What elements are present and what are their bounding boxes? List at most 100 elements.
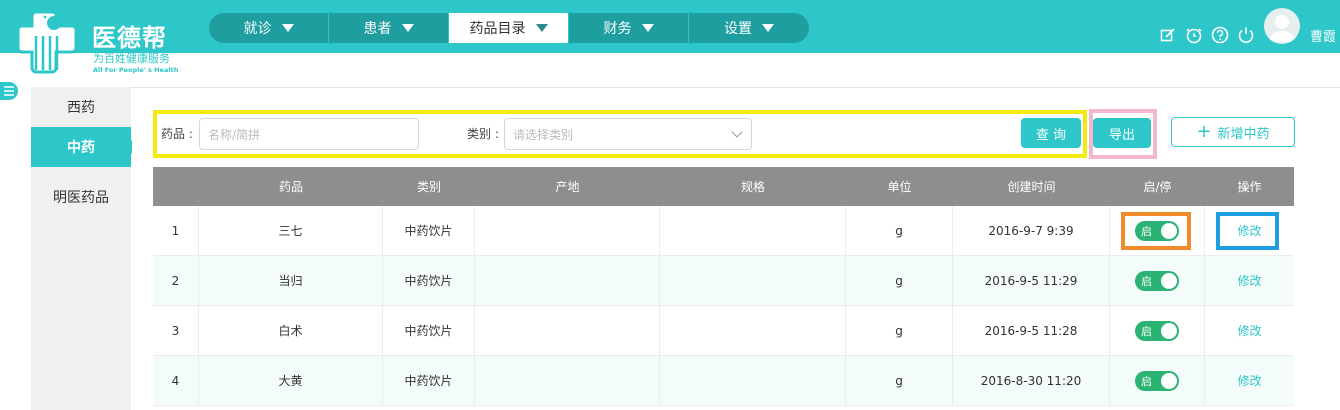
- query-button[interactable]: 查 询: [1021, 118, 1081, 148]
- status-toggle[interactable]: 启: [1135, 320, 1179, 341]
- help-icon[interactable]: [1210, 25, 1229, 44]
- row-index: 1: [153, 206, 199, 255]
- sidebar-item-label: 明医药品: [53, 190, 109, 206]
- edit-link[interactable]: 修改: [1237, 272, 1261, 289]
- drug-name: 大黄: [199, 356, 383, 405]
- toggle-label: 启: [1141, 324, 1152, 338]
- status-cell: 启: [1110, 356, 1205, 405]
- sidebar-item-chinese[interactable]: 中药: [31, 127, 131, 167]
- drug-category: 中药饮片: [383, 306, 475, 355]
- logo[interactable]: 医德帮 为百姓健康服务 All For People' s Health: [0, 0, 200, 78]
- main-nav: 就诊 患者 药品目录 财务 设置: [209, 13, 809, 43]
- toggle-knob: [1161, 322, 1177, 339]
- col-drug: 药品: [278, 180, 303, 194]
- power-icon[interactable]: [1236, 25, 1255, 44]
- logo-cross-icon: [16, 10, 78, 74]
- status-toggle[interactable]: 启: [1135, 270, 1179, 291]
- drug-name: 当归: [199, 256, 383, 305]
- drug-search-input[interactable]: 名称/简拼: [199, 118, 419, 150]
- category-select[interactable]: 请选择类别: [504, 118, 752, 150]
- drug-origin: [475, 206, 660, 255]
- add-button-label: 新增中药: [1217, 126, 1270, 142]
- nav-drug-catalog[interactable]: 药品目录: [449, 13, 569, 43]
- drug-category: 中药饮片: [383, 356, 475, 405]
- brand-subtitle: 为百姓健康服务: [93, 52, 170, 65]
- drug-origin: [475, 306, 660, 355]
- status-cell: 启: [1110, 256, 1205, 305]
- avatar[interactable]: [1264, 8, 1300, 44]
- drug-spec: [660, 306, 846, 355]
- drug-category: 中药饮片: [383, 206, 475, 255]
- toggle-label: 启: [1141, 374, 1152, 388]
- drug-created: 2016-9-5 11:28: [953, 306, 1110, 355]
- col-index: [153, 167, 199, 206]
- export-button[interactable]: 导出: [1093, 118, 1151, 148]
- edit-icon[interactable]: [1158, 25, 1177, 44]
- drug-category: 中药饮片: [383, 256, 475, 305]
- caret-down-icon: [281, 24, 294, 32]
- drug-created: 2016-8-30 11:20: [953, 356, 1110, 405]
- toggle-knob: [1161, 372, 1177, 389]
- drug-name: 白术: [199, 306, 383, 355]
- nav-settings[interactable]: 设置: [689, 13, 809, 43]
- caret-down-icon: [401, 24, 414, 32]
- drug-unit: g: [846, 306, 953, 355]
- status-toggle[interactable]: 启: [1135, 370, 1179, 391]
- sidebar-item-mingyi[interactable]: 明医药品: [31, 177, 131, 217]
- edit-link[interactable]: 修改: [1237, 372, 1261, 389]
- menu-icon: [4, 86, 14, 96]
- drug-spec: [660, 206, 846, 255]
- plus-icon: +: [1196, 121, 1212, 142]
- user-name[interactable]: 曹霞: [1310, 26, 1336, 45]
- header-icons: [1158, 25, 1255, 44]
- nav-label: 财务: [603, 21, 632, 37]
- row-index: 2: [153, 256, 199, 305]
- nav-label: 设置: [724, 21, 752, 37]
- caret-down-icon: [762, 24, 774, 32]
- active-pointer-icon: [124, 140, 132, 154]
- bell-icon[interactable]: [1184, 25, 1203, 44]
- add-chinese-drug-button[interactable]: + 新增中药: [1171, 117, 1295, 147]
- drug-created: 2016-9-5 11:29: [953, 256, 1110, 305]
- table-header: 药品 类别 产地 规格 单位 创建时间 启/停 操作: [153, 167, 1294, 206]
- nav-visit[interactable]: 就诊: [209, 13, 329, 43]
- action-cell: 修改: [1205, 306, 1294, 355]
- action-cell: 修改: [1205, 256, 1294, 305]
- category-placeholder: 请选择类别: [513, 127, 574, 142]
- col-spec: 规格: [740, 180, 765, 194]
- drug-spec: [660, 356, 846, 405]
- category-sidebar: 西药 中药 明医药品: [31, 87, 131, 410]
- drug-created: 2016-9-7 9:39: [953, 206, 1110, 255]
- action-cell: 修改: [1205, 356, 1294, 405]
- col-created: 创建时间: [1007, 180, 1056, 194]
- brand-english: All For People' s Health: [93, 66, 179, 74]
- col-origin: 产地: [555, 180, 580, 194]
- sidebar-item-western[interactable]: 西药: [31, 87, 131, 127]
- drug-origin: [475, 256, 660, 305]
- col-action: 操作: [1237, 180, 1262, 194]
- nav-finance[interactable]: 财务: [569, 13, 689, 43]
- table-row: 2 当归 中药饮片 g 2016-9-5 11:29 启 修改: [153, 256, 1294, 306]
- nav-patients[interactable]: 患者: [329, 13, 449, 43]
- menu-toggle[interactable]: [0, 82, 18, 100]
- drug-unit: g: [846, 206, 953, 255]
- toggle-knob: [1161, 272, 1177, 289]
- nav-label: 就诊: [243, 21, 272, 37]
- row-index: 3: [153, 306, 199, 355]
- table-row: 3 白术 中药饮片 g 2016-9-5 11:28 启 修改: [153, 306, 1294, 356]
- status-cell: 启: [1110, 306, 1205, 355]
- row-index: 4: [153, 356, 199, 405]
- sidebar-item-label: 中药: [67, 140, 95, 156]
- caret-down-icon: [535, 24, 548, 32]
- nav-label: 患者: [363, 21, 392, 37]
- drug-table: 药品 类别 产地 规格 单位 创建时间 启/停 操作 1 三七 中药饮片 g 2…: [153, 167, 1294, 406]
- nav-label: 药品目录: [469, 21, 526, 37]
- toggle-label: 启: [1141, 274, 1152, 288]
- col-unit: 单位: [887, 180, 912, 194]
- drug-spec: [660, 256, 846, 305]
- edit-link[interactable]: 修改: [1237, 322, 1261, 339]
- brand-title: 医德帮: [92, 24, 167, 52]
- edit-link-highlight: [1216, 212, 1279, 250]
- drug-label: 药品 :: [161, 127, 193, 141]
- sidebar-item-label: 西药: [67, 100, 95, 116]
